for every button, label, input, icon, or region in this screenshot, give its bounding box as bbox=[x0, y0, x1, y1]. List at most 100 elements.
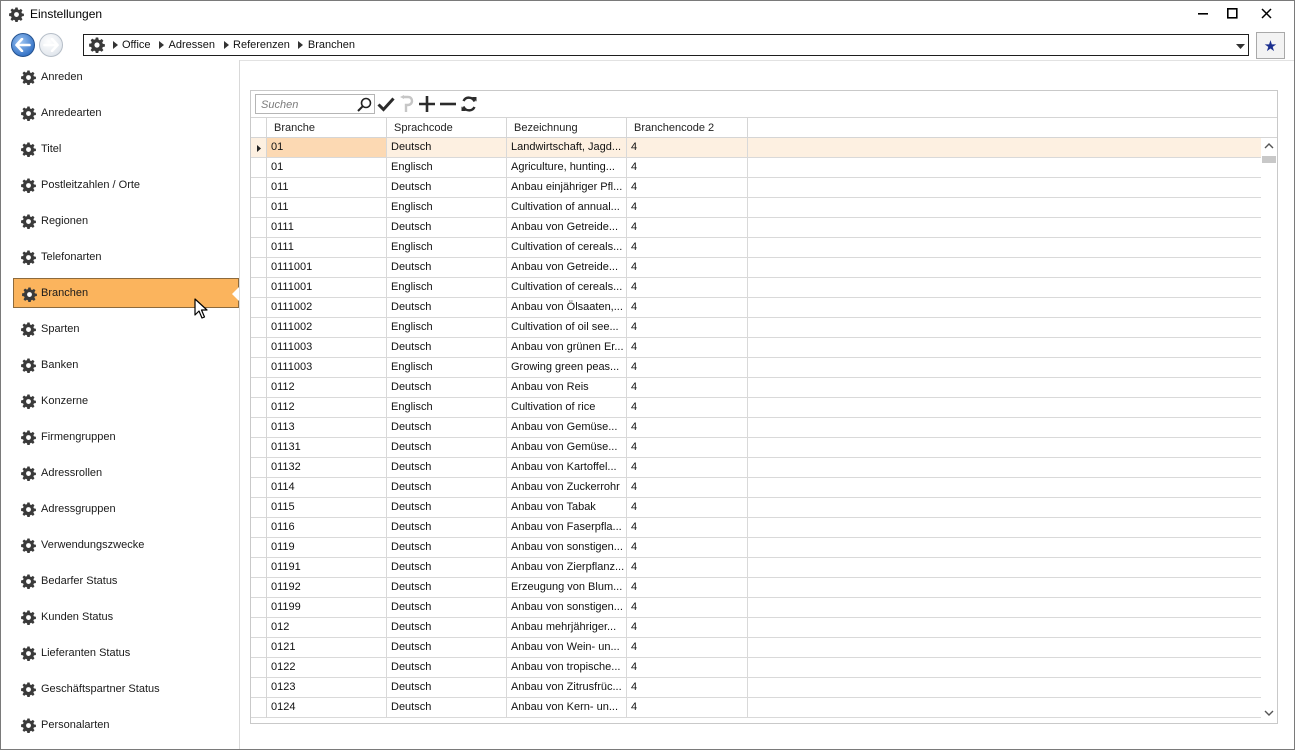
cell-branchencode-2[interactable]: 4 bbox=[627, 698, 748, 717]
column-header-sprachcode[interactable]: Sprachcode bbox=[387, 118, 507, 138]
sidebar-item-titel[interactable]: Titel bbox=[13, 134, 239, 164]
cell-branche[interactable]: 0111002 bbox=[267, 298, 387, 317]
cell-bezeichnung[interactable]: Anbau von Gemüse... bbox=[507, 438, 627, 457]
cell-sprachcode[interactable]: Deutsch bbox=[387, 298, 507, 317]
sidebar-item-verwendungszwecke[interactable]: Verwendungszwecke bbox=[13, 530, 239, 560]
cell-bezeichnung[interactable]: Anbau von Reis bbox=[507, 378, 627, 397]
table-row[interactable]: 0122 Deutsch Anbau von tropische... 4 bbox=[251, 658, 1261, 678]
row-indicator[interactable] bbox=[251, 538, 267, 558]
cell-sprachcode[interactable]: Deutsch bbox=[387, 598, 507, 617]
cell-branche[interactable]: 0112 bbox=[267, 398, 387, 417]
cell-bezeichnung[interactable]: Cultivation of cereals... bbox=[507, 278, 627, 297]
cell-bezeichnung[interactable]: Anbau von Zierpflanz... bbox=[507, 558, 627, 577]
cell-branchencode-2[interactable]: 4 bbox=[627, 238, 748, 257]
cell-branche[interactable]: 01192 bbox=[267, 578, 387, 597]
cell-sprachcode[interactable]: Englisch bbox=[387, 278, 507, 297]
favorite-button[interactable]: ★ bbox=[1256, 32, 1285, 59]
cell-branche[interactable]: 0111003 bbox=[267, 338, 387, 357]
cell-sprachcode[interactable]: Deutsch bbox=[387, 138, 507, 157]
vertical-scrollbar[interactable] bbox=[1261, 138, 1277, 723]
minimize-button[interactable] bbox=[1188, 3, 1218, 23]
back-button[interactable] bbox=[11, 33, 35, 57]
column-header-branche[interactable]: Branche bbox=[267, 118, 387, 138]
cell-bezeichnung[interactable]: Cultivation of oil see... bbox=[507, 318, 627, 337]
close-button[interactable] bbox=[1251, 3, 1281, 23]
cell-branche[interactable]: 01191 bbox=[267, 558, 387, 577]
cell-branchencode-2[interactable]: 4 bbox=[627, 338, 748, 357]
cell-bezeichnung[interactable]: Growing green peas... bbox=[507, 358, 627, 377]
cell-bezeichnung[interactable]: Anbau von Getreide... bbox=[507, 218, 627, 237]
table-row[interactable]: 01192 Deutsch Erzeugung von Blum... 4 bbox=[251, 578, 1261, 598]
table-row[interactable]: 01191 Deutsch Anbau von Zierpflanz... 4 bbox=[251, 558, 1261, 578]
row-indicator[interactable] bbox=[251, 558, 267, 578]
row-indicator[interactable] bbox=[251, 318, 267, 338]
breadcrumb-referenzen[interactable]: Referenzen bbox=[233, 39, 294, 51]
sidebar-item-anredearten[interactable]: Anredearten bbox=[13, 98, 239, 128]
cell-branche[interactable]: 0122 bbox=[267, 658, 387, 677]
table-row[interactable]: 0111 Deutsch Anbau von Getreide... 4 bbox=[251, 218, 1261, 238]
cell-bezeichnung[interactable]: Anbau einjähriger Pfl... bbox=[507, 178, 627, 197]
cell-branchencode-2[interactable]: 4 bbox=[627, 638, 748, 657]
sidebar-item-kunden-status[interactable]: Kunden Status bbox=[13, 602, 239, 632]
search-input[interactable]: Suchen bbox=[255, 94, 375, 114]
cell-sprachcode[interactable]: Deutsch bbox=[387, 418, 507, 437]
cell-bezeichnung[interactable]: Anbau von Getreide... bbox=[507, 258, 627, 277]
maximize-button[interactable] bbox=[1217, 3, 1247, 23]
cell-sprachcode[interactable]: Englisch bbox=[387, 238, 507, 257]
cell-sprachcode[interactable]: Deutsch bbox=[387, 518, 507, 537]
row-indicator[interactable] bbox=[251, 138, 267, 158]
cell-branche[interactable]: 0111 bbox=[267, 238, 387, 257]
cell-sprachcode[interactable]: Deutsch bbox=[387, 538, 507, 557]
row-indicator[interactable] bbox=[251, 478, 267, 498]
breadcrumb-adressen[interactable]: Adressen bbox=[169, 39, 219, 51]
address-bar[interactable]: Office Adressen Referenzen Branchen bbox=[83, 34, 1249, 56]
cell-bezeichnung[interactable]: Anbau von Kartoffel... bbox=[507, 458, 627, 477]
cell-sprachcode[interactable]: Deutsch bbox=[387, 698, 507, 717]
cell-sprachcode[interactable]: Englisch bbox=[387, 198, 507, 217]
cell-branche[interactable]: 0111001 bbox=[267, 278, 387, 297]
table-row[interactable]: 0114 Deutsch Anbau von Zuckerrohr 4 bbox=[251, 478, 1261, 498]
cell-sprachcode[interactable]: Deutsch bbox=[387, 218, 507, 237]
cell-sprachcode[interactable]: Englisch bbox=[387, 318, 507, 337]
cell-branche[interactable]: 0111003 bbox=[267, 358, 387, 377]
table-row[interactable]: 0115 Deutsch Anbau von Tabak 4 bbox=[251, 498, 1261, 518]
cell-branche[interactable]: 01132 bbox=[267, 458, 387, 477]
refresh-button[interactable] bbox=[459, 94, 479, 114]
cell-bezeichnung[interactable]: Erzeugung von Blum... bbox=[507, 578, 627, 597]
sidebar-item-konzerne[interactable]: Konzerne bbox=[13, 386, 239, 416]
cell-sprachcode[interactable]: Deutsch bbox=[387, 378, 507, 397]
cell-sprachcode[interactable]: Deutsch bbox=[387, 678, 507, 697]
cell-sprachcode[interactable]: Deutsch bbox=[387, 578, 507, 597]
table-row[interactable]: 0111003 Englisch Growing green peas... 4 bbox=[251, 358, 1261, 378]
cell-branche[interactable]: 0111002 bbox=[267, 318, 387, 337]
row-indicator[interactable] bbox=[251, 238, 267, 258]
cell-bezeichnung[interactable]: Anbau von sonstigen... bbox=[507, 598, 627, 617]
row-indicator[interactable] bbox=[251, 598, 267, 618]
cell-branche[interactable]: 01 bbox=[267, 138, 387, 157]
table-row[interactable]: 0111002 Deutsch Anbau von Ölsaaten,... 4 bbox=[251, 298, 1261, 318]
cell-branche[interactable]: 0111 bbox=[267, 218, 387, 237]
breadcrumb-arrow-icon[interactable] bbox=[294, 41, 308, 49]
sidebar-item-personalarten[interactable]: Personalarten bbox=[13, 710, 239, 740]
cell-branche[interactable]: 0119 bbox=[267, 538, 387, 557]
cell-sprachcode[interactable]: Deutsch bbox=[387, 458, 507, 477]
cell-sprachcode[interactable]: Deutsch bbox=[387, 178, 507, 197]
row-indicator[interactable] bbox=[251, 158, 267, 178]
chevron-down-icon[interactable] bbox=[1264, 710, 1274, 717]
sidebar-item-bedarfer-status[interactable]: Bedarfer Status bbox=[13, 566, 239, 596]
row-indicator[interactable] bbox=[251, 398, 267, 418]
table-row[interactable]: 0111 Englisch Cultivation of cereals... 4 bbox=[251, 238, 1261, 258]
table-row[interactable]: 01199 Deutsch Anbau von sonstigen... 4 bbox=[251, 598, 1261, 618]
sidebar-item-telefonarten[interactable]: Telefonarten bbox=[13, 242, 239, 272]
cell-branche[interactable]: 0112 bbox=[267, 378, 387, 397]
cell-branche[interactable]: 01199 bbox=[267, 598, 387, 617]
cell-branche[interactable]: 0115 bbox=[267, 498, 387, 517]
cell-sprachcode[interactable]: Englisch bbox=[387, 398, 507, 417]
cell-bezeichnung[interactable]: Anbau von grünen Er... bbox=[507, 338, 627, 357]
table-row[interactable]: 0123 Deutsch Anbau von Zitrusfrüc... 4 bbox=[251, 678, 1261, 698]
search-icon[interactable] bbox=[355, 96, 373, 114]
cell-branchencode-2[interactable]: 4 bbox=[627, 278, 748, 297]
delete-row-button[interactable] bbox=[438, 94, 458, 114]
cell-branchencode-2[interactable]: 4 bbox=[627, 178, 748, 197]
cell-sprachcode[interactable]: Deutsch bbox=[387, 338, 507, 357]
